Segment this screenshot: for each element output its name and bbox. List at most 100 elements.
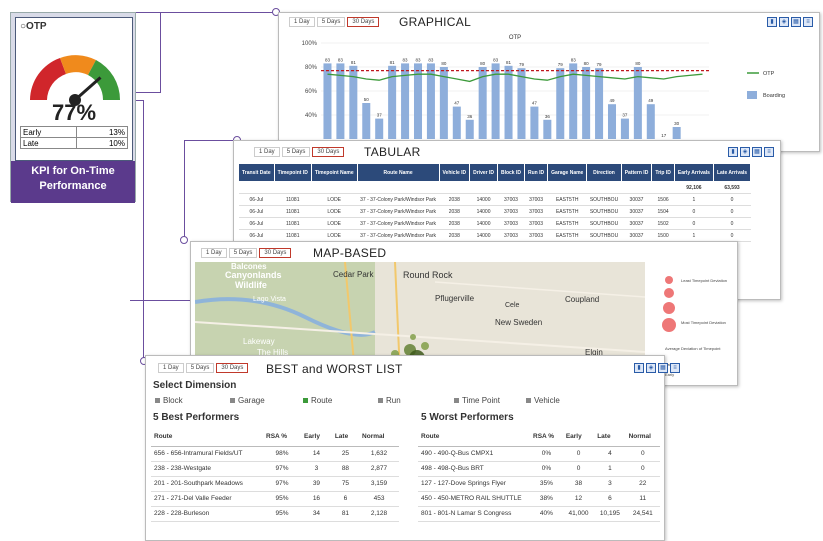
table-cell: 39: [301, 476, 332, 492]
map-place-label: Cele: [505, 302, 520, 309]
worst-performers-title: 5 Worst Performers: [421, 412, 514, 423]
col-header[interactable]: Run ID: [523, 163, 549, 182]
dimension-label: Vehicle: [534, 396, 560, 405]
col-header[interactable]: Timepoint ID: [273, 163, 312, 182]
col-header[interactable]: Pattern ID: [620, 163, 653, 182]
col-header[interactable]: Driver ID: [469, 163, 498, 182]
bar-chart-icon[interactable]: ▮: [728, 147, 738, 157]
col-header[interactable]: Timepoint Name: [310, 163, 358, 182]
tab-5-days[interactable]: 5 Days: [316, 17, 346, 27]
list-icon[interactable]: ≡: [803, 17, 813, 27]
dimension-swatch: [303, 398, 308, 403]
table-cell: 75: [331, 476, 360, 492]
tab-5-days[interactable]: 5 Days: [185, 363, 215, 373]
table-cell: 88: [331, 461, 360, 477]
best-worst-panel: 1 Day 5 Days 30 Days BEST and WORST LIST…: [145, 355, 680, 541]
table-row[interactable]: 271 - 271-Del Valle Feeder 95% 16 6 453: [151, 491, 399, 507]
table-cell: EAST5TH: [547, 217, 587, 230]
bar: [633, 67, 642, 139]
col-header[interactable]: Direction: [586, 163, 622, 182]
col-header: RSA %: [530, 428, 563, 447]
col-header[interactable]: Block ID: [496, 163, 525, 182]
tab-5-days[interactable]: 5 Days: [281, 147, 311, 157]
table-row[interactable]: 06-Jul 11081 LODE 37 - 37-Colony Park/Winds…: [238, 205, 751, 218]
table-cell: 30037: [621, 205, 652, 218]
table-cell: 2,877: [359, 461, 399, 477]
tab-30-days[interactable]: 30 Days: [259, 248, 292, 258]
table-cell: 127 - 127-Dove Springs Flyer: [418, 476, 530, 492]
col-header[interactable]: Late Arrivals: [712, 163, 752, 182]
col-header[interactable]: Vehicle ID: [438, 163, 471, 182]
table-row[interactable]: 450 - 450-METRO RAIL SHUTTLE 38% 12 6 11: [418, 491, 660, 507]
table-cell: 95%: [263, 491, 302, 507]
table-row[interactable]: 06-Jul 11081 LODE 37 - 37-Colony Park/Winds…: [238, 229, 751, 242]
table-row[interactable]: 498 - 498-Q-Bus BRT 0% 0 1 0: [418, 461, 660, 477]
col-header[interactable]: Trip ID: [651, 163, 675, 182]
table-row[interactable]: 06-Jul 11081 LODE 37 - 37-Colony Park/Winds…: [238, 193, 751, 206]
dimension-run[interactable]: Run: [378, 396, 401, 405]
table-cell: 37003: [524, 193, 548, 206]
empty-cell: [311, 181, 358, 194]
table-cell: 37 - 37-Colony Park/Windsor Park: [357, 205, 439, 218]
map-icon[interactable]: ◈: [740, 147, 750, 157]
tab-5-days[interactable]: 5 Days: [228, 248, 258, 258]
time-tabs: 1 Day 5 Days 30 Days: [254, 147, 345, 157]
table-cell: 35%: [530, 476, 563, 492]
table-row[interactable]: 127 - 127-Dove Springs Flyer 35% 38 3 22: [418, 476, 660, 492]
table-header-row: Route RSA % Early Late Normal: [151, 428, 399, 447]
col-header[interactable]: Transit Date: [238, 163, 275, 182]
tab-30-days[interactable]: 30 Days: [347, 17, 380, 27]
map-icon[interactable]: ◈: [779, 17, 789, 27]
bar-data-label: 50: [364, 97, 370, 102]
map-place-label: Lakeway: [243, 337, 275, 346]
dimension-garage[interactable]: Garage: [230, 396, 265, 405]
bar: [375, 118, 384, 139]
bar-chart-icon[interactable]: ▮: [767, 17, 777, 27]
empty-cell: [357, 181, 439, 194]
totals-row: 92,106 63,593: [238, 181, 751, 194]
table-cell: 2038: [439, 193, 470, 206]
dimension-block[interactable]: Block: [155, 396, 183, 405]
bar: [517, 68, 526, 139]
table-icon[interactable]: ▦: [658, 363, 668, 373]
table-cell: SOUTHBOU: [586, 229, 622, 242]
table-row[interactable]: 201 - 201-Southpark Meadows 97% 39 75 3,159: [151, 476, 399, 492]
col-header[interactable]: Garage Name: [547, 163, 588, 182]
bar-data-label: 79: [558, 62, 564, 67]
bar-chart-icon[interactable]: ▮: [634, 363, 644, 373]
col-header[interactable]: Route Name: [356, 163, 440, 182]
table-row[interactable]: 490 - 490-Q-Bus CMPX1 0% 0 4 0: [418, 446, 660, 462]
table-row[interactable]: 656 - 656-Intramural Fields/UT 98% 14 25 1,6…: [151, 446, 399, 462]
dimension-vehicle[interactable]: Vehicle: [526, 396, 560, 405]
kpi-caption: KPI for On-Time Performance: [11, 161, 135, 203]
tab-30-days[interactable]: 30 Days: [216, 363, 249, 373]
table-row[interactable]: 801 - 801-N Lamar S Congress 40% 41,000 10,…: [418, 506, 660, 522]
tab-30-days[interactable]: 30 Days: [312, 147, 345, 157]
total-cell: 92,106: [674, 181, 714, 194]
col-header: Early: [562, 428, 595, 447]
otp-series-line: [327, 73, 703, 83]
table-row[interactable]: 228 - 228-Burleson 95% 34 81 2,128: [151, 506, 399, 522]
tab-1-day[interactable]: 1 Day: [201, 248, 227, 258]
table-icon[interactable]: ▦: [791, 17, 801, 27]
table-cell: EAST5TH: [547, 193, 587, 206]
dimension-time-point[interactable]: Time Point: [454, 396, 500, 405]
bar-data-label: 17: [661, 133, 667, 138]
col-header[interactable]: Early Arrivals: [673, 163, 714, 182]
table-row[interactable]: 238 - 238-Westgate 97% 3 88 2,877: [151, 461, 399, 477]
list-icon[interactable]: ≡: [670, 363, 680, 373]
table-cell: 0: [674, 205, 714, 218]
tab-1-day[interactable]: 1 Day: [158, 363, 184, 373]
table-cell: 2038: [439, 229, 470, 242]
tab-1-day[interactable]: 1 Day: [254, 147, 280, 157]
legend-boarding-swatch: [747, 91, 757, 99]
kpi-widget[interactable]: ○OTP 77% Early 13% Late 10% KPI for On-Tim…: [10, 12, 136, 203]
table-cell: 0: [713, 193, 751, 206]
bar-data-label: 79: [519, 62, 525, 67]
tab-1-day[interactable]: 1 Day: [289, 17, 315, 27]
map-icon[interactable]: ◈: [646, 363, 656, 373]
list-icon[interactable]: ≡: [764, 147, 774, 157]
table-row[interactable]: 06-Jul 11081 LODE 37 - 37-Colony Park/Winds…: [238, 217, 751, 230]
dimension-route[interactable]: Route: [303, 396, 332, 405]
table-icon[interactable]: ▦: [752, 147, 762, 157]
